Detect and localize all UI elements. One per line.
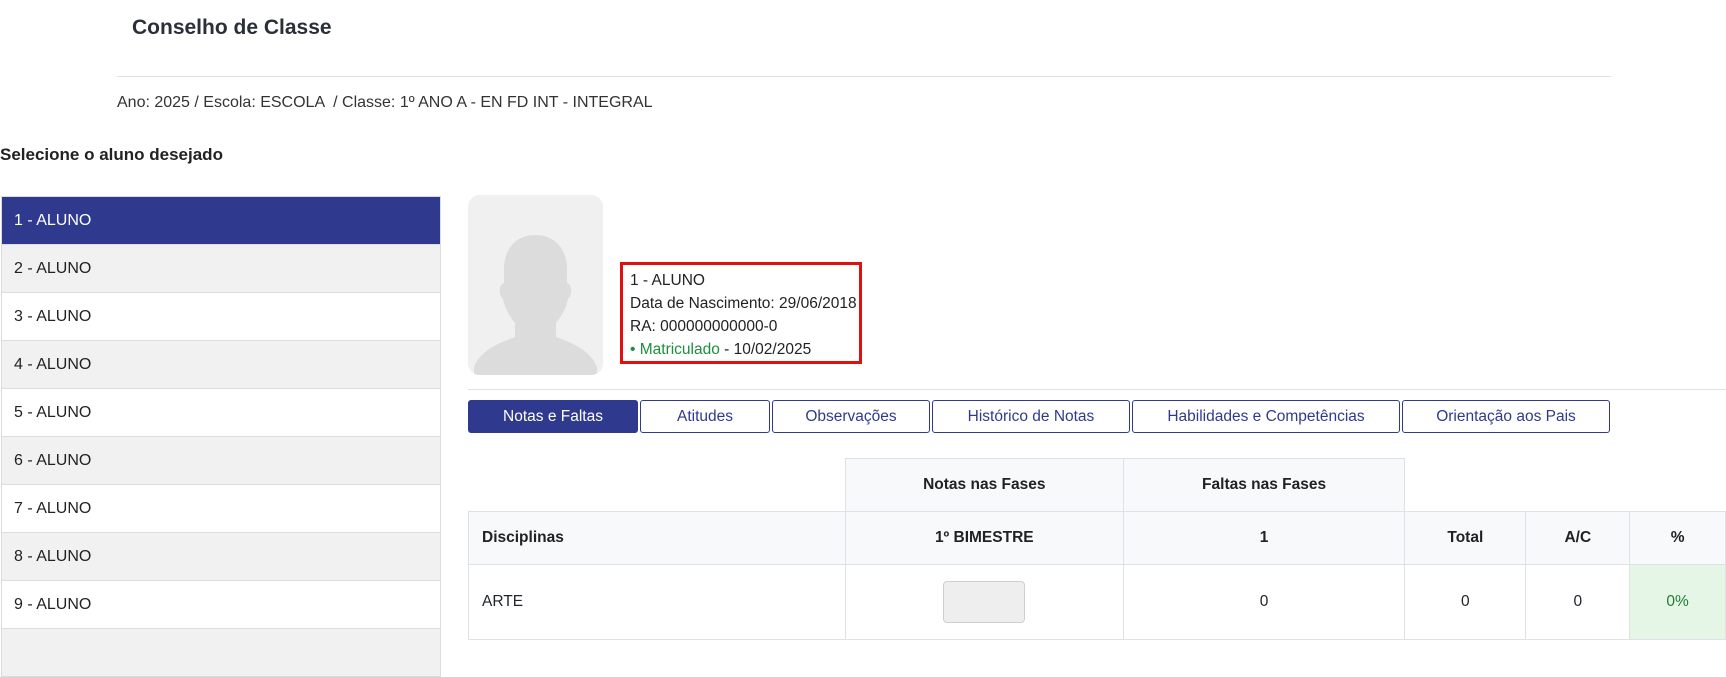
student-birthdate: Data de Nascimento: 29/06/2018 [630,295,857,312]
student-item-9[interactable]: 9 - ALUNO [2,581,440,629]
col-header-total: Total [1404,511,1527,565]
group-header-notas: Notas nas Fases [844,458,1124,512]
tab-habilidades-e-competencias[interactable]: Habilidades e Competências [1132,400,1400,433]
section-divider [468,389,1726,390]
student-item-1[interactable]: 1 - ALUNO [2,197,440,245]
header-spacer-pct [1629,458,1726,512]
tab-orientacao-aos-pais[interactable]: Orientação aos Pais [1402,400,1610,433]
student-info-box: 1 - ALUNO Data de Nascimento: 29/06/2018… [620,262,862,364]
enrollment-status: • Matriculado [630,341,720,358]
select-student-label: Selecione o aluno desejado [0,145,223,164]
student-item-4[interactable]: 4 - ALUNO [2,341,440,389]
student-list: 1 - ALUNO 2 - ALUNO 3 - ALUNO 4 - ALUNO … [1,196,441,677]
cell-disciplina: ARTE [468,564,846,640]
student-ra: RA: 000000000000-0 [630,318,778,335]
header-spacer-ac [1525,458,1630,512]
student-item-3[interactable]: 3 - ALUNO [2,293,440,341]
student-item-7[interactable]: 7 - ALUNO [2,485,440,533]
group-header-faltas: Faltas nas Fases [1122,458,1406,512]
tab-notas-e-faltas[interactable]: Notas e Faltas [468,400,638,433]
cell-total: 0 [1404,564,1527,640]
col-header-bimestre: 1º BIMESTRE [844,511,1124,565]
student-name: 1 - ALUNO [630,272,705,289]
breadcrumb: Ano: 2025 / Escola: ESCOLA / Classe: 1º … [117,94,653,111]
header-spacer [468,458,846,512]
cell-pct: 0% [1629,564,1726,640]
cell-faltas: 0 [1122,564,1406,640]
student-status-line: • Matriculado - 10/02/2025 [630,338,859,361]
cell-ac: 0 [1525,564,1631,640]
col-header-pct: % [1629,511,1726,565]
grades-table: Notas nas Fases Faltas nas Fases Discipl… [468,458,1726,640]
student-item-5[interactable]: 5 - ALUNO [2,389,440,437]
student-item-6[interactable]: 6 - ALUNO [2,437,440,485]
enrollment-date: - 10/02/2025 [719,341,812,358]
student-item-10[interactable] [2,629,440,677]
col-header-fase: 1 [1122,511,1406,565]
table-row: ARTE 0 0 0 0% [468,564,1726,640]
header-spacer-total [1404,458,1526,512]
cell-nota [844,564,1124,640]
page-title: Conselho de Classe [132,16,332,39]
tab-atitudes[interactable]: Atitudes [640,400,770,433]
col-header-ac: A/C [1525,511,1631,565]
col-header-disciplinas: Disciplinas [468,511,846,565]
person-silhouette-icon [468,195,603,375]
student-item-8[interactable]: 8 - ALUNO [2,533,440,581]
tab-observacoes[interactable]: Observações [772,400,930,433]
student-photo [468,195,603,375]
header-divider [117,76,1611,77]
grade-input[interactable] [943,581,1026,623]
tab-historico-de-notas[interactable]: Histórico de Notas [932,400,1130,433]
student-item-2[interactable]: 2 - ALUNO [2,245,440,293]
tab-bar: Notas e Faltas Atitudes Observações Hist… [468,400,1612,433]
